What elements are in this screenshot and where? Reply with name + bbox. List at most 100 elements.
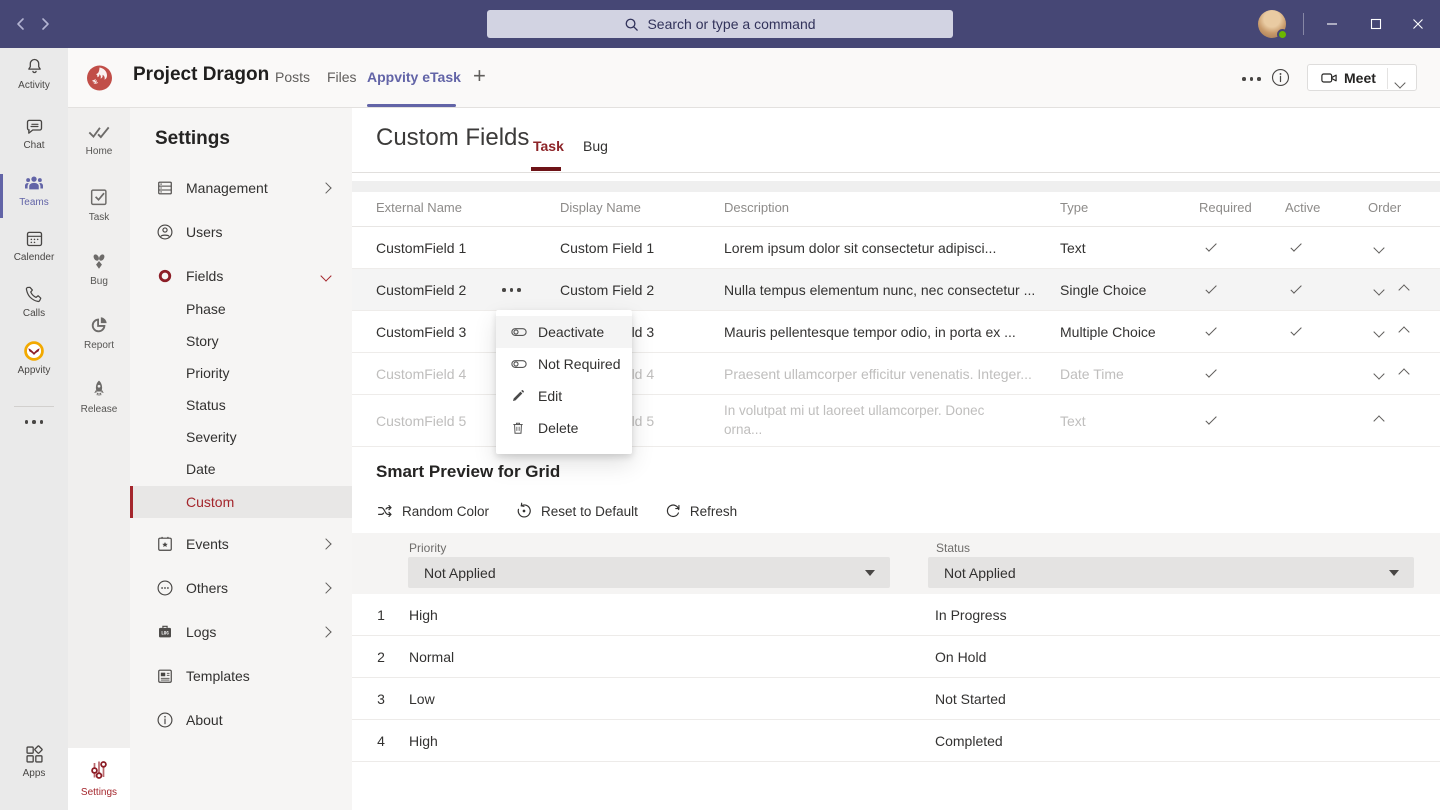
rail-item-activity[interactable]: Activity — [0, 56, 68, 104]
menu-item-not-required[interactable]: Not Required — [496, 348, 632, 380]
module-item-release[interactable]: Release — [68, 378, 130, 426]
pencil-icon — [510, 388, 528, 404]
order-up-icon[interactable] — [1367, 395, 1391, 446]
rail-item-calls[interactable]: Calls — [0, 284, 68, 332]
rocket-icon — [88, 378, 110, 400]
col-header-active: Active — [1285, 200, 1320, 215]
active-check-icon — [1285, 269, 1309, 310]
tab-appvity-etask[interactable]: Appvity eTask — [367, 69, 461, 85]
close-button[interactable] — [1396, 0, 1440, 48]
rail-item-teams[interactable]: Teams — [0, 172, 68, 220]
nav-item-about[interactable]: About — [130, 698, 352, 742]
nav-item-fields[interactable]: Fields — [130, 254, 352, 298]
module-item-report[interactable]: Report — [68, 314, 130, 362]
team-name: Project Dragon — [133, 64, 269, 86]
tab-posts[interactable]: Posts — [275, 69, 310, 85]
table-row[interactable]: CustomField 2 Custom Field 2 Nulla tempu… — [352, 269, 1440, 311]
nav-item-templates[interactable]: Templates — [130, 654, 352, 698]
nav-item-events[interactable]: Events — [130, 522, 352, 566]
rail-item-apps[interactable]: Apps — [0, 744, 68, 792]
meet-button[interactable]: Meet — [1307, 64, 1417, 91]
status-filter-label: Status — [936, 541, 970, 555]
chevron-right-icon — [320, 626, 331, 637]
nav-subitem-story[interactable]: Story — [130, 325, 352, 357]
module-rail: Home Task Bug Report Release Settings — [68, 108, 130, 810]
order-down-icon[interactable] — [1367, 227, 1391, 268]
row-context-menu: Deactivate Not Required Edit Delete — [496, 310, 632, 454]
forward-icon[interactable] — [33, 12, 57, 36]
preview-row[interactable]: 1 High In Progress — [352, 594, 1440, 636]
avatar[interactable] — [1258, 10, 1286, 38]
random-color-button[interactable]: Random Color — [376, 502, 489, 520]
row-more-icon[interactable] — [502, 288, 521, 292]
task-tab-underline — [531, 167, 561, 171]
reset-to-default-button[interactable]: Reset to Default — [515, 502, 638, 520]
events-icon — [155, 534, 177, 554]
menu-item-delete[interactable]: Delete — [496, 412, 632, 444]
refresh-icon-button[interactable]: Refresh — [664, 502, 737, 520]
rail-item-appvity[interactable]: Appvity — [0, 340, 68, 388]
teams-people-icon — [23, 172, 45, 194]
col-header-required: Required — [1199, 200, 1252, 215]
order-down-icon[interactable] — [1367, 311, 1391, 352]
order-up-icon[interactable] — [1392, 353, 1416, 394]
others-icon — [155, 578, 177, 598]
maximize-button[interactable] — [1354, 0, 1398, 48]
nav-subitem-status[interactable]: Status — [130, 389, 352, 421]
nav-subitem-date[interactable]: Date — [130, 453, 352, 485]
channel-info-icon[interactable] — [1271, 68, 1290, 87]
col-header-display-name: Display Name — [560, 200, 641, 215]
table-row[interactable]: CustomField 1 Custom Field 1 Lorem ipsum… — [352, 227, 1440, 269]
nav-subitem-severity[interactable]: Severity — [130, 421, 352, 453]
module-item-task[interactable]: Task — [68, 186, 130, 234]
add-tab-button[interactable]: + — [473, 63, 486, 89]
rail-more-icon[interactable] — [0, 420, 68, 424]
meet-dropdown-icon[interactable] — [1396, 74, 1404, 92]
search-input[interactable]: Search or type a command — [487, 10, 953, 38]
order-down-icon[interactable] — [1367, 269, 1391, 310]
home-doublecheck-icon — [87, 122, 111, 142]
channel-more-icon[interactable] — [1242, 77, 1261, 81]
report-pie-icon — [88, 314, 110, 336]
team-logo-icon — [85, 63, 114, 92]
tab-task[interactable]: Task — [533, 138, 564, 154]
app-window: Search or type a command Project Dragon … — [0, 0, 1440, 810]
nav-subitem-phase[interactable]: Phase — [130, 293, 352, 325]
required-check-icon — [1200, 353, 1224, 394]
module-item-home[interactable]: Home — [68, 122, 130, 170]
scroll-strip[interactable] — [352, 181, 1440, 192]
order-down-icon[interactable] — [1367, 353, 1391, 394]
tab-files[interactable]: Files — [327, 69, 357, 85]
menu-item-edit[interactable]: Edit — [496, 380, 632, 412]
nav-item-management[interactable]: Management — [130, 166, 352, 210]
nav-subitem-custom[interactable]: Custom — [130, 486, 352, 518]
page-title: Custom Fields — [376, 124, 529, 152]
module-item-settings[interactable]: Settings — [68, 748, 130, 810]
module-item-bug[interactable]: Bug — [68, 250, 130, 298]
toggle-icon — [510, 324, 528, 340]
nav-item-logs[interactable]: LOG Logs — [130, 610, 352, 654]
minimize-button[interactable] — [1310, 0, 1354, 48]
preview-row[interactable]: 4 High Completed — [352, 720, 1440, 762]
templates-icon — [155, 666, 177, 686]
rail-item-chat[interactable]: Chat — [0, 116, 68, 164]
nav-item-users[interactable]: Users — [130, 210, 352, 254]
back-icon[interactable] — [9, 12, 33, 36]
search-placeholder: Search or type a command — [647, 16, 815, 32]
priority-dropdown[interactable]: Not Applied — [408, 557, 890, 588]
menu-item-deactivate[interactable]: Deactivate — [496, 316, 632, 348]
preview-row[interactable]: 3 Low Not Started — [352, 678, 1440, 720]
nav-subitem-priority[interactable]: Priority — [130, 357, 352, 389]
order-up-icon[interactable] — [1392, 269, 1416, 310]
reset-icon — [515, 502, 533, 520]
apps-grid-icon — [24, 744, 45, 765]
order-up-icon[interactable] — [1392, 311, 1416, 352]
status-dropdown[interactable]: Not Applied — [928, 557, 1414, 588]
preview-row[interactable]: 2 Normal On Hold — [352, 636, 1440, 678]
meet-split-divider — [1387, 68, 1388, 89]
nav-item-others[interactable]: Others — [130, 566, 352, 610]
toggle-icon — [510, 356, 528, 372]
rail-item-calendar[interactable]: Calender — [0, 228, 68, 276]
tab-bug[interactable]: Bug — [583, 138, 608, 154]
active-check-icon — [1285, 227, 1309, 268]
